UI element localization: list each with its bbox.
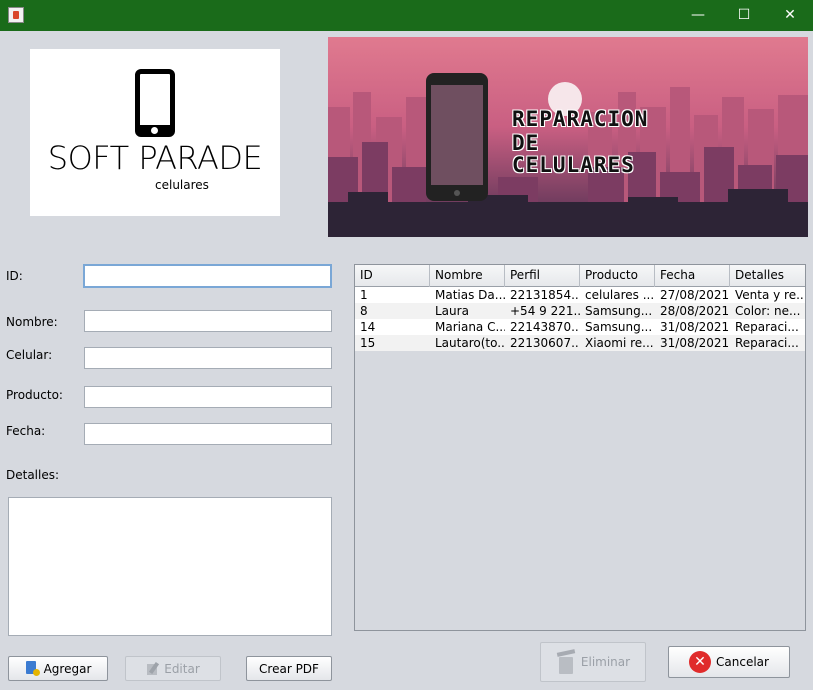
table-cell: 22143870...	[510, 320, 580, 334]
column-header-fecha[interactable]: Fecha	[655, 265, 730, 287]
editar-button[interactable]: Editar	[125, 656, 221, 681]
column-header-perfil[interactable]: Perfil	[505, 265, 580, 287]
table-cell: Reparaci...	[735, 320, 799, 334]
eliminar-label: Eliminar	[580, 655, 631, 669]
table-cell: 1	[360, 288, 368, 302]
trash-icon	[556, 649, 576, 675]
detalles-label: Detalles:	[6, 468, 60, 482]
cancelar-label: Cancelar	[716, 655, 769, 669]
cancelar-button[interactable]: ✕ Cancelar	[668, 646, 790, 678]
table-cell: 31/08/2021	[660, 336, 730, 350]
table-cell: Color: ne...	[735, 304, 801, 318]
table-cell: Samsung...	[585, 304, 653, 318]
table-cell: 22130607...	[510, 336, 580, 350]
column-header-id[interactable]: ID	[355, 265, 430, 287]
fecha-field[interactable]	[84, 423, 332, 445]
table-row[interactable]: 1 Matias Da... 22131854... celulares ...…	[355, 287, 805, 303]
crear-pdf-label: Crear PDF	[259, 661, 319, 676]
producto-field[interactable]	[84, 386, 332, 408]
table-cell: Laura	[435, 304, 469, 318]
phone-logo-icon	[135, 69, 175, 137]
title-bar: — ☐ ✕	[0, 0, 813, 31]
table-cell: Venta y re...	[735, 288, 805, 302]
detalles-textarea[interactable]	[8, 497, 332, 636]
celular-label: Celular:	[6, 348, 53, 362]
column-header-detalles[interactable]: Detalles	[730, 265, 805, 287]
table-body: 1 Matias Da... 22131854... celulares ...…	[355, 287, 805, 351]
table-header: ID Nombre Perfil Producto Fecha Detalles	[355, 265, 805, 287]
nombre-label: Nombre:	[6, 315, 58, 329]
banner-line-1: REPARACION	[512, 107, 649, 131]
java-app-icon	[8, 7, 24, 23]
minimize-button[interactable]: —	[675, 0, 721, 31]
banner-line-2: DE	[512, 131, 540, 155]
clients-table[interactable]: ID Nombre Perfil Producto Fecha Detalles…	[354, 264, 806, 631]
column-header-producto[interactable]: Producto	[580, 265, 655, 287]
table-cell: Samsung...	[585, 320, 653, 334]
editar-label: Editar	[164, 661, 200, 676]
logo-subtitle: celulares	[155, 178, 209, 192]
table-row[interactable]: 8 Laura +54 9 221... Samsung... 28/08/20…	[355, 303, 805, 319]
city-skyline-illustration	[328, 73, 808, 237]
table-row[interactable]: 14 Mariana C... 22143870... Samsung... 3…	[355, 319, 805, 335]
maximize-button[interactable]: ☐	[721, 0, 767, 31]
celular-field[interactable]	[84, 347, 332, 369]
banner-line-3: CELULARES	[512, 153, 635, 177]
column-header-nombre[interactable]: Nombre	[430, 265, 505, 287]
soft-parade-logo: SOFT PARADE celulares	[30, 49, 280, 216]
cancel-icon: ✕	[689, 651, 712, 673]
table-cell: 31/08/2021	[660, 320, 730, 334]
table-cell: Xiaomi re...	[585, 336, 654, 350]
close-button[interactable]: ✕	[767, 0, 813, 31]
add-document-icon	[25, 661, 40, 676]
edit-icon	[146, 662, 160, 676]
table-row[interactable]: 15 Lautaro(to... 22130607... Xiaomi re..…	[355, 335, 805, 351]
table-cell: celulares ...	[585, 288, 655, 302]
table-cell: 22131854...	[510, 288, 580, 302]
table-cell: +54 9 221...	[510, 304, 580, 318]
table-cell: 8	[360, 304, 368, 318]
logo-title: SOFT PARADE	[47, 139, 263, 177]
nombre-field[interactable]	[84, 310, 332, 332]
table-cell: 14	[360, 320, 376, 334]
table-cell: Lautaro(to...	[435, 336, 505, 350]
crear-pdf-button[interactable]: Crear PDF	[246, 656, 332, 681]
fecha-label: Fecha:	[6, 424, 46, 438]
eliminar-button[interactable]: Eliminar	[540, 642, 646, 682]
repair-banner: REPARACION DE CELULARES	[328, 37, 808, 237]
id-field[interactable]	[83, 264, 332, 288]
table-cell: Reparaci...	[735, 336, 799, 350]
id-label: ID:	[6, 269, 23, 283]
table-cell: 27/08/2021	[660, 288, 730, 302]
table-cell: Matias Da...	[435, 288, 505, 302]
producto-label: Producto:	[6, 388, 63, 402]
table-cell: 15	[360, 336, 376, 350]
agregar-label: Agregar	[43, 661, 92, 676]
table-cell: Mariana C...	[435, 320, 505, 334]
table-cell: 28/08/2021	[660, 304, 730, 318]
agregar-button[interactable]: Agregar	[8, 656, 108, 681]
